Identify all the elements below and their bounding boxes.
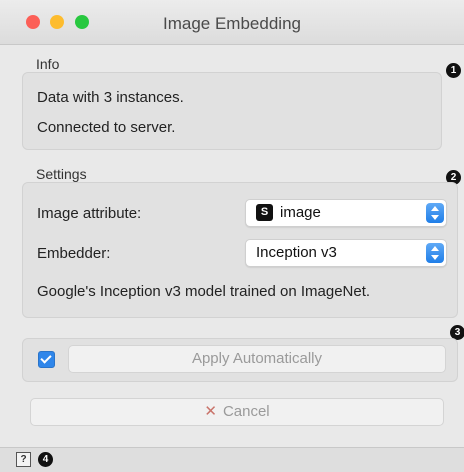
embedder-select[interactable]: Inception v3 [245,239,447,267]
window-title: Image Embedding [163,14,301,33]
info-line-server: Connected to server. [37,119,176,136]
image-attribute-label: Image attribute: [37,205,142,222]
status-bar: ? 4 [0,447,464,472]
cancel-x-icon: ✕ [204,403,217,420]
cancel-button[interactable]: ✕ Cancel [30,398,444,426]
image-attribute-value: image [280,204,321,221]
help-icon[interactable]: ? [16,452,31,467]
info-group-label: Info [36,56,60,72]
string-type-icon: S [256,204,273,221]
settings-group-label: Settings [36,166,87,182]
info-marker: 1 [446,63,461,78]
info-panel: Data with 3 instances. Connected to serv… [22,72,442,150]
title-bar: Image Embedding [0,0,464,45]
image-attribute-stepper-icon [426,203,444,223]
image-attribute-select[interactable]: S image [245,199,447,227]
embedder-label: Embedder: [37,245,111,262]
embedder-description: Google's Inception v3 model trained on I… [37,283,371,300]
statusbar-marker: 4 [38,452,53,467]
apply-automatically-button[interactable]: Apply Automatically [68,345,446,373]
apply-automatically-checkbox[interactable] [38,351,55,368]
embedder-value: Inception v3 [256,244,337,261]
cancel-label: Cancel [222,403,270,420]
info-line-instances: Data with 3 instances. [37,89,184,106]
settings-panel: Image attribute: S image Embedder: Incep… [22,182,458,318]
embedder-stepper-icon [426,243,444,263]
